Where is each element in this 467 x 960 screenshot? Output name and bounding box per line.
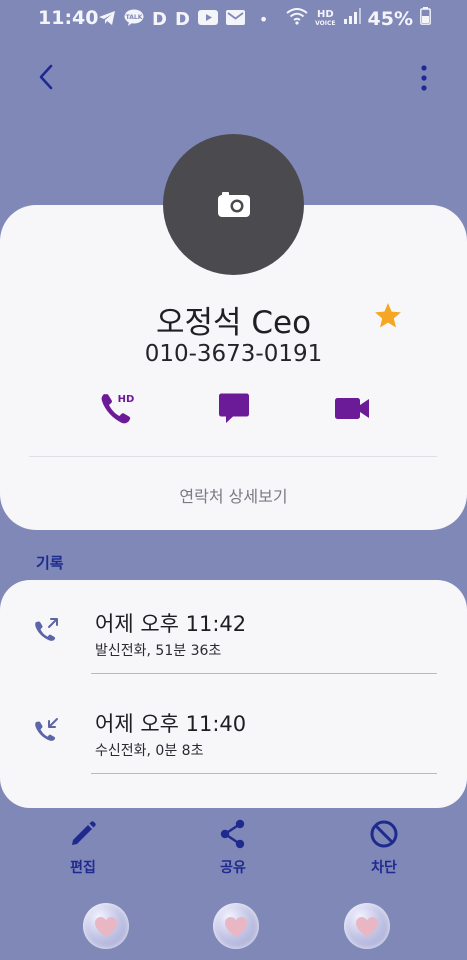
more-vertical-icon [421,65,427,91]
status-bar: 11:40 TALK D D • HD VOICE 45% [0,0,467,36]
call-log-row[interactable]: 어제 오후 11:40 수신전화, 0분 8초 [0,680,467,780]
system-status: HD VOICE 45% [286,7,431,30]
history-section-label: 기록 [36,554,64,572]
signal-icon [343,7,361,30]
share-label: 공유 [220,860,246,876]
call-log-description: 수신전화, 0분 8초 [95,743,204,759]
status-time: 11:40 [38,7,99,29]
svg-text:HD: HD [118,394,135,405]
call-log-time: 어제 오후 11:40 [95,712,247,736]
incoming-call-icon [35,718,58,741]
favorite-star-icon[interactable] [373,301,403,331]
share-icon [220,819,245,849]
outgoing-call-icon [35,618,58,641]
more-options-button[interactable] [416,61,432,95]
hd-call-button[interactable]: HD [97,388,139,430]
share-button[interactable]: 공유 [193,818,273,877]
video-call-button[interactable] [332,388,374,430]
dot-icon: • [258,10,269,29]
mail-icon [225,10,245,29]
call-log-time: 어제 오후 11:42 [95,612,247,636]
telegram-icon [98,10,116,30]
divider [29,456,437,457]
youtube-icon [197,10,218,29]
contact-details-link[interactable]: 연락처 상세보기 [0,483,467,507]
kakaotalk-icon: TALK [124,9,144,30]
call-history-list: 어제 오후 11:42 발신전화, 51분 36초 어제 오후 11:40 수신… [0,580,467,808]
bottom-action-bar: 편집 공유 차단 [0,818,467,878]
edit-button[interactable]: 편집 [43,818,123,877]
notification-icons: TALK D D • [98,9,268,30]
pencil-icon [72,821,96,845]
svg-text:TALK: TALK [126,14,143,21]
nav-back-heart-icon[interactable] [344,903,390,949]
phone-number: 010-3673-0191 [144,341,323,367]
video-camera-icon [335,398,369,419]
avatar[interactable] [163,134,304,275]
top-nav [0,58,467,98]
block-label: 차단 [371,860,397,876]
phone-hd-icon: HD [101,394,135,424]
d-icon: D [174,9,190,30]
divider [91,773,437,774]
nav-recents-heart-icon[interactable] [83,903,129,949]
message-button[interactable] [213,388,255,430]
battery-icon [420,7,431,30]
block-button[interactable]: 차단 [344,818,424,877]
edit-label: 편집 [70,860,96,876]
message-icon [219,393,249,423]
call-log-row[interactable]: 어제 오후 11:42 발신전화, 51분 36초 [0,580,467,680]
chevron-left-icon [39,64,53,90]
back-button[interactable] [34,60,60,94]
camera-icon [218,192,250,217]
battery-percent: 45% [367,7,413,30]
d-icon: D [152,9,167,30]
nav-home-heart-icon[interactable] [213,903,259,949]
hd-voice-icon: HD VOICE [315,9,336,28]
block-icon [370,820,398,848]
wifi-icon [286,7,308,30]
call-log-description: 발신전화, 51분 36초 [95,643,222,659]
divider [91,673,437,674]
